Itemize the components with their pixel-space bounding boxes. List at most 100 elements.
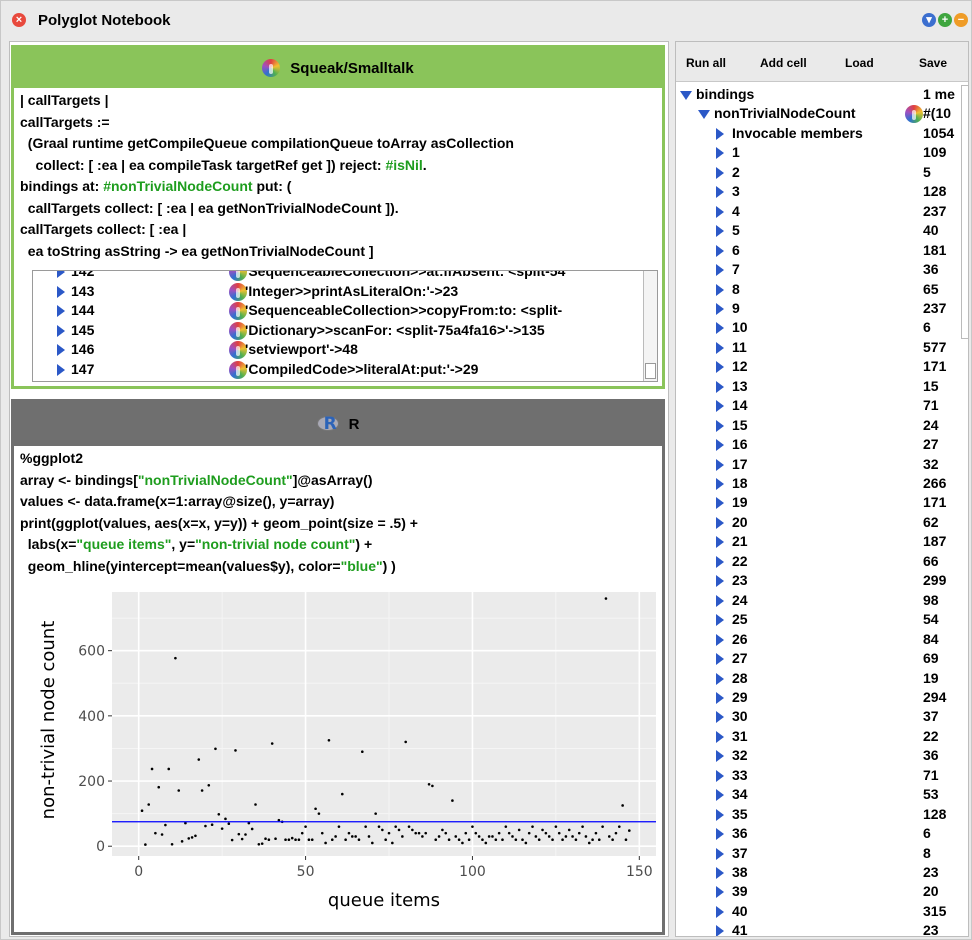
expand-arrow-icon[interactable] xyxy=(716,536,724,549)
tree-item[interactable]: 3 128 xyxy=(676,183,962,201)
expand-arrow-icon[interactable] xyxy=(716,575,724,588)
tree-item[interactable]: 31 22 xyxy=(676,728,962,746)
result-tree[interactable]: 142 'SequenceableCollection>>at:ifAbsent:… xyxy=(32,270,658,382)
expand-arrow-icon[interactable] xyxy=(716,341,724,354)
tree-item[interactable]: 5 40 xyxy=(676,222,962,240)
tree-item[interactable]: 27 69 xyxy=(676,650,962,668)
tree-item[interactable]: 35 128 xyxy=(676,806,962,824)
tree-item[interactable]: 6 181 xyxy=(676,242,962,260)
tree-item[interactable]: 20 62 xyxy=(676,514,962,532)
cell-header[interactable]: R R xyxy=(14,402,662,446)
tree-item[interactable]: 18 266 xyxy=(676,475,962,493)
tree-item[interactable]: 10 6 xyxy=(676,319,962,337)
expand-arrow-icon[interactable] xyxy=(716,730,724,743)
expand-arrow-icon[interactable] xyxy=(716,672,724,685)
expand-arrow-icon[interactable] xyxy=(716,380,724,393)
add-cell-button[interactable]: Add cell xyxy=(760,56,807,70)
expand-arrow-icon[interactable] xyxy=(716,225,724,238)
expand-arrow-icon[interactable] xyxy=(716,244,724,257)
expand-arrow-icon[interactable] xyxy=(716,497,724,510)
tree-item[interactable]: 13 15 xyxy=(676,378,962,396)
tree-item[interactable]: 17 32 xyxy=(676,456,962,474)
result-row[interactable]: 144 'SequenceableCollection>>copyFrom:to:… xyxy=(33,301,645,321)
tree-members[interactable]: Invocable members 1054 xyxy=(676,125,962,143)
result-row[interactable]: 145 'Dictionary>>scanFor: <split-75a4fa16… xyxy=(33,321,645,341)
expand-arrow-icon[interactable] xyxy=(716,205,724,218)
expand-arrow-icon[interactable] xyxy=(716,302,724,315)
expand-arrow-icon[interactable] xyxy=(716,400,724,413)
tree-item[interactable]: 23 299 xyxy=(676,572,962,590)
expand-arrow-icon[interactable] xyxy=(716,419,724,432)
expand-arrow-icon[interactable] xyxy=(716,322,724,335)
tree-binding[interactable]: nonTrivialNodeCount #(10 xyxy=(676,105,962,124)
tree-item[interactable]: 14 71 xyxy=(676,397,962,415)
expand-arrow-icon[interactable] xyxy=(716,166,724,179)
tree-item[interactable]: 39 20 xyxy=(676,883,962,901)
bindings-scrollbar-thumb[interactable] xyxy=(961,85,969,339)
result-row[interactable]: 142 'SequenceableCollection>>at:ifAbsent:… xyxy=(33,271,645,282)
tree-item[interactable]: 16 27 xyxy=(676,436,962,454)
expand-arrow-icon[interactable] xyxy=(716,691,724,704)
tree-item[interactable]: 7 36 xyxy=(676,261,962,279)
expand-arrow-icon[interactable] xyxy=(716,886,724,899)
close-icon[interactable]: × xyxy=(12,13,26,27)
expand-arrow-icon[interactable] xyxy=(57,271,65,278)
tree-item[interactable]: 41 23 xyxy=(676,922,962,936)
expand-arrow-icon[interactable] xyxy=(716,555,724,568)
expand-arrow-icon[interactable] xyxy=(716,478,724,490)
tree-item[interactable]: 34 53 xyxy=(676,786,962,804)
tree-item[interactable]: 38 23 xyxy=(676,864,962,882)
expand-arrow-icon[interactable] xyxy=(57,324,65,337)
expand-arrow-icon[interactable] xyxy=(716,847,724,860)
expand-arrow-icon[interactable] xyxy=(57,344,65,356)
minimize-icon[interactable]: − xyxy=(954,13,968,27)
tree-item[interactable]: 19 171 xyxy=(676,494,962,512)
expand-arrow-icon[interactable] xyxy=(716,439,724,452)
tree-item[interactable]: 22 66 xyxy=(676,553,962,571)
expand-arrow-icon[interactable] xyxy=(716,127,724,140)
collapse-icon[interactable]: ▾ xyxy=(922,13,936,27)
expand-arrow-icon[interactable] xyxy=(716,594,724,607)
tree-item[interactable]: 1 109 xyxy=(676,144,962,162)
tree-item[interactable]: 12 171 xyxy=(676,358,962,376)
expand-arrow-icon[interactable] xyxy=(716,458,724,471)
expand-arrow-icon[interactable] xyxy=(716,769,724,782)
result-row[interactable]: 147 'CompiledCode>>literalAt:put:'->29 xyxy=(33,360,645,380)
expand-arrow-icon[interactable] xyxy=(716,614,724,627)
expand-arrow-icon[interactable] xyxy=(716,361,724,374)
expand-arrow-icon[interactable] xyxy=(716,653,724,666)
expand-arrow-icon[interactable] xyxy=(57,363,65,376)
tree-item[interactable]: 33 71 xyxy=(676,767,962,785)
code-editor[interactable]: %ggplot2 array <- bindings["nonTrivialNod… xyxy=(14,446,662,579)
expand-arrow-icon[interactable] xyxy=(716,925,724,936)
expand-icon[interactable]: + xyxy=(938,13,952,27)
tree-item[interactable]: 30 37 xyxy=(676,708,962,726)
tree-item[interactable]: 37 8 xyxy=(676,845,962,863)
expand-arrow-icon[interactable] xyxy=(716,867,724,879)
tree-item[interactable]: 32 36 xyxy=(676,747,962,765)
tree-item[interactable]: 26 84 xyxy=(676,631,962,649)
expand-arrow-icon[interactable] xyxy=(57,285,65,298)
smalltalk-cell[interactable]: Squeak/Smalltalk | callTargets | callTarg… xyxy=(11,45,665,389)
expand-arrow-icon[interactable] xyxy=(716,283,724,296)
bindings-tree[interactable]: bindings 1 me nonTrivialNodeCount #(10 Invoc… xyxy=(676,86,962,936)
tree-item[interactable]: 11 577 xyxy=(676,339,962,357)
tree-root[interactable]: bindings 1 me xyxy=(676,86,962,104)
load-button[interactable]: Load xyxy=(845,56,874,70)
scrollbar-thumb[interactable] xyxy=(645,363,656,379)
tree-item[interactable]: 29 294 xyxy=(676,689,962,707)
tree-item[interactable]: 21 187 xyxy=(676,533,962,551)
result-scrollbar[interactable] xyxy=(643,271,657,381)
code-editor[interactable]: | callTargets | callTargets := (Graal run… xyxy=(14,88,662,264)
run-all-button[interactable]: Run all xyxy=(686,56,726,70)
expand-arrow-icon[interactable] xyxy=(716,147,724,160)
tree-item[interactable]: 24 98 xyxy=(676,592,962,610)
expand-arrow-icon[interactable] xyxy=(716,750,724,763)
expand-arrow-icon[interactable] xyxy=(716,516,724,529)
tree-item[interactable]: 4 237 xyxy=(676,203,962,221)
result-row[interactable]: 143 'Integer>>printAsLiteralOn:'->23 xyxy=(33,282,645,302)
tree-item[interactable]: 25 54 xyxy=(676,611,962,629)
r-cell[interactable]: R R %ggplot2 array <- bindings["nonTrivia… xyxy=(11,399,665,935)
tree-item[interactable]: 25 xyxy=(676,164,962,182)
expand-arrow-icon[interactable] xyxy=(716,789,724,802)
